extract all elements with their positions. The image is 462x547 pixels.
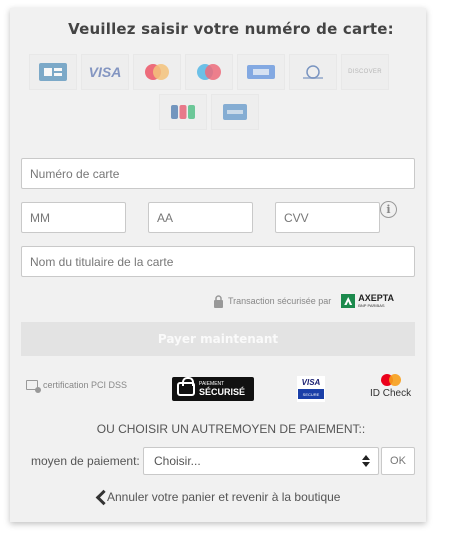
certificate-icon [26,380,41,393]
discover-card-text: DISCOVER [348,69,382,75]
payment-method-select[interactable]: Choisir... [143,447,379,475]
secure-payment-big: SÉCURISÉ [199,387,246,397]
other-payment-title: OU CHOISIR UN AUTREMOYEN DE PAIEMENT:: [96,422,366,436]
axepta-subname: BNP PARIBAS [358,303,385,308]
mastercard-card-icon[interactable] [133,54,181,90]
discover-card-icon[interactable]: DISCOVER [341,54,389,90]
pci-dss-badge: certification PCI DSS [26,380,128,393]
info-icon[interactable]: i [380,201,397,218]
visa-secure-top: VISA [301,378,321,387]
secure-transaction-note: Transaction sécurisée par AXEPTA BNP PAR… [213,294,394,308]
padlock-icon [214,294,223,308]
page-title: Veuillez saisir votre numéro de carte: [68,20,394,38]
pay-now-button[interactable]: Payer maintenant [21,322,415,356]
maestro-card-icon[interactable] [185,54,233,90]
select-arrows-icon [362,455,370,467]
card-brands-row-2 [27,94,391,130]
cancel-cart-text: Annuler votre panier et revenir à la bou… [107,490,341,504]
jcb-card-icon[interactable] [159,94,207,130]
cvv-input[interactable]: CVV [275,202,380,233]
visa-card-icon[interactable]: VISA [81,54,129,90]
lock-icon [177,377,195,396]
mastercard-idcheck-badge: ID Check [370,374,411,399]
payment-method-selected: Choisir... [154,454,201,468]
security-badges: certification PCI DSS PAIEMENT SÉCURISÉ … [24,374,416,408]
idcheck-label: ID Check [370,388,412,399]
card-brands-row-1: VISA DISCOVER [27,54,391,90]
chevron-left-icon [94,490,105,504]
axepta-icon [341,294,356,308]
amex-blue-card-icon[interactable] [237,54,285,90]
cancel-cart-link[interactable]: Annuler votre panier et revenir à la bou… [94,490,340,504]
axepta-name: AXEPTA [358,293,395,303]
cb-card-icon[interactable] [29,54,77,90]
mastercard-icon [380,374,401,386]
pci-dss-label: certification PCI DSS [43,380,128,390]
visa-card-text: VISA [88,64,122,80]
ok-button[interactable]: OK [381,447,415,475]
diners-card-icon[interactable] [289,54,337,90]
expiry-year-input[interactable]: AA [148,202,253,233]
axepta-logo: AXEPTA BNP PARIBAS [341,294,394,308]
card-number-input[interactable]: Numéro de carte [21,158,415,189]
payment-method-label: moyen de paiement: [31,454,140,468]
cardholder-name-input[interactable]: Nom du titulaire de la carte [21,246,415,277]
expiry-month-input[interactable]: MM [21,202,126,233]
visa-secure-bottom: SECURE [298,389,324,399]
secure-payment-badge: PAIEMENT SÉCURISÉ [172,377,254,401]
visa-secure-badge: VISA SECURE [297,376,325,402]
secure-transaction-text: Transaction sécurisée par [228,296,332,306]
card-brands: VISA DISCOVER [27,54,391,134]
amex-card-icon[interactable] [211,94,259,130]
